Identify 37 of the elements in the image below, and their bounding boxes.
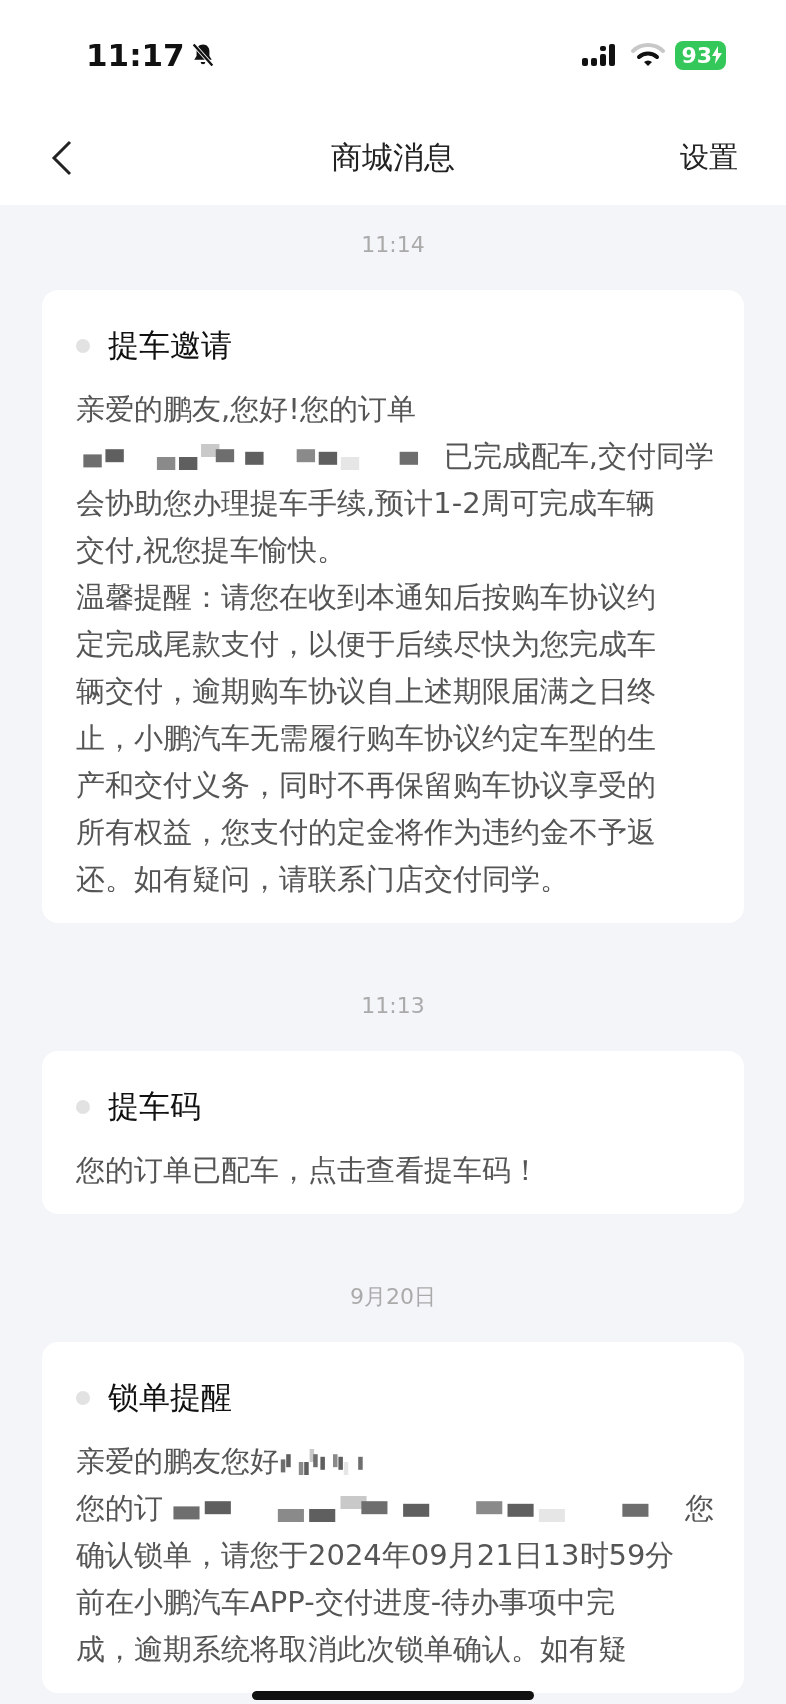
message-card[interactable]: 锁单提醒 亲爱的鹏友您好 您的订 您 确认锁单，请您于2024年09月21日13时59分 前在小鹏汽车APP-交付进度-待办事项中完 成，逾期系统将取消此次锁单确认。如有疑 [42, 1342, 744, 1693]
message-title: 锁单提醒 [108, 1378, 232, 1417]
message-text: 温馨提醒：请您在收到本通知后按购车协议约 [76, 578, 656, 616]
message-text: 会协助您办理提车手续,预计1-2周可完成车辆 [76, 484, 655, 522]
message-text: 所有权益，您支付的定金将作为违约金不予返 [76, 813, 656, 851]
message-card[interactable] [42, 290, 744, 923]
page-title: 商城消息 [331, 137, 455, 177]
timestamp: 11:13 [361, 993, 425, 1019]
battery-indicator: 93 [675, 40, 726, 70]
timestamp: 9月20日 [350, 1284, 436, 1310]
message-text: 定完成尾款支付，以便于后续尽快为您完成车 [76, 625, 656, 663]
timestamp: 11:14 [361, 232, 425, 258]
status-dot [76, 339, 90, 353]
wifi-icon [631, 42, 666, 68]
status-dot [76, 1100, 90, 1114]
message-text: 辆交付，逾期购车协议自上述期限届满之日终 [76, 672, 656, 710]
message-text: 您 [685, 1489, 714, 1527]
status-dot [76, 1391, 90, 1405]
message-text: 还。如有疑问，请联系门店交付同学。 [76, 860, 569, 898]
message-text: 交付,祝您提车愉快。 [76, 531, 347, 569]
message-text: 您的订单已配车，点击查看提车码！ [76, 1151, 540, 1189]
message-text: 您好 [221, 1442, 279, 1480]
message-text: 前在小鹏汽车APP-交付进度-待办事项中完 [76, 1583, 616, 1621]
message-text: 确认锁单，请您于2024年09月21日13时59分 [76, 1536, 675, 1574]
message-text: 您的订 [76, 1489, 163, 1527]
message-text: 止，小鹏汽车无需履行购车协议约定车型的生 [76, 719, 656, 757]
back-icon[interactable] [50, 138, 74, 177]
message-text: 成，逾期系统将取消此次锁单确认。如有疑 [76, 1630, 627, 1668]
message-card[interactable]: 提车码 您的订单已配车，点击查看提车码！ [42, 1051, 744, 1214]
message-text: 亲爱的鹏友 [76, 1442, 221, 1480]
status-time: 11:17 [86, 37, 185, 73]
message-title: 提车邀请 [108, 326, 232, 365]
message-text: 产和交付义务，同时不再保留购车协议享受的 [76, 766, 656, 804]
settings-link[interactable]: 设置 [680, 137, 738, 178]
message-text: 亲爱的鹏友,您好!您的订单 [76, 390, 416, 428]
message-text: 已完成配车,交付同学 [443, 437, 714, 475]
message-title: 提车码 [108, 1087, 201, 1126]
